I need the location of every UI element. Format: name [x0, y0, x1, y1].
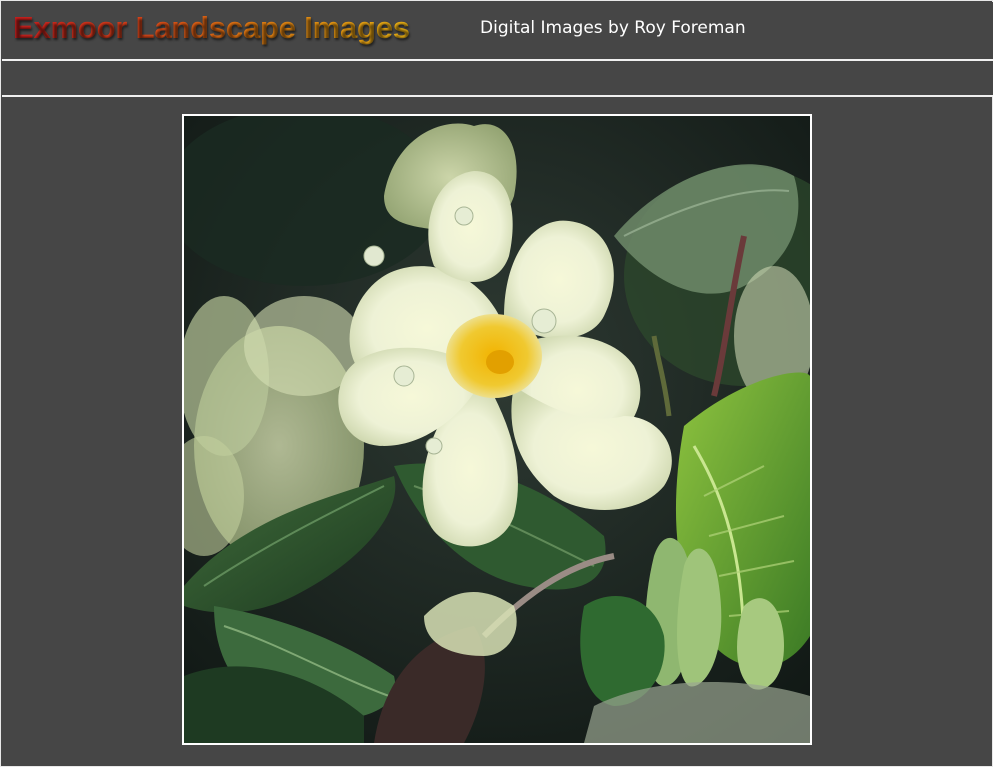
site-byline: Digital Images by Roy Foreman	[480, 18, 746, 38]
page-frame: Exmoor Landscape Images Digital Images b…	[0, 0, 993, 767]
site-brand-title[interactable]: Exmoor Landscape Images	[13, 10, 410, 46]
featured-photo[interactable]	[182, 114, 812, 745]
primrose-flower-photo-icon	[184, 116, 810, 743]
header-divider-bottom	[2, 95, 993, 97]
nav-bar	[2, 61, 993, 95]
site-header: Exmoor Landscape Images Digital Images b…	[2, 2, 993, 59]
